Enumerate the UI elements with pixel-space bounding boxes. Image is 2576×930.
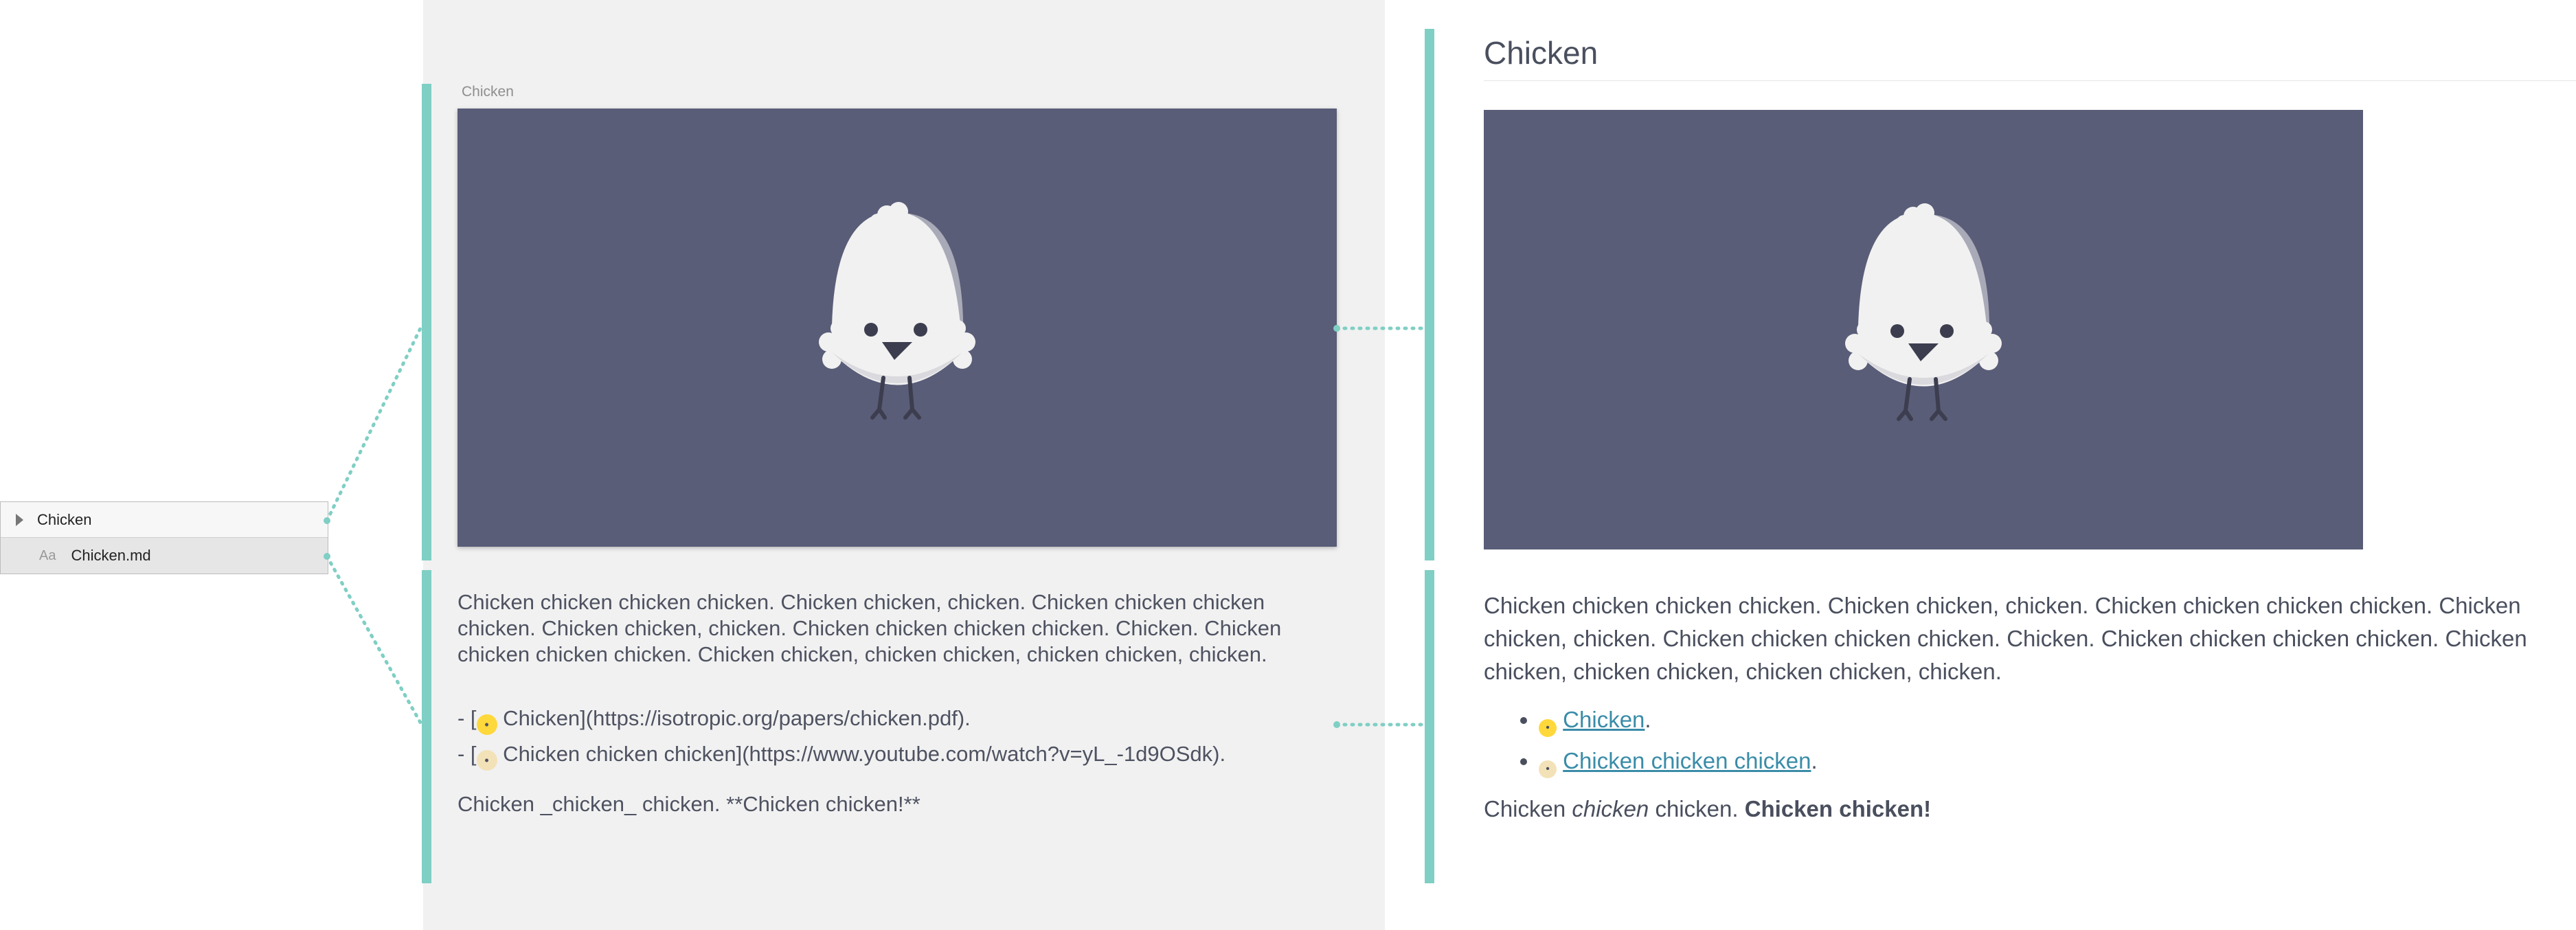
preview-chicken-image [1484,110,2363,549]
hatching-chick-icon: • [1539,760,1557,778]
list-item: • Chicken. [1539,699,2528,740]
baby-chick-icon: • [1539,719,1557,737]
disclosure-triangle-icon[interactable] [16,513,23,526]
editor-block-marker-image [422,84,431,560]
preview-title-divider [1484,80,2576,81]
preview-final-line: Chicken chicken chicken. Chicken chicken… [1484,796,1932,821]
editor-block-marker-text [422,570,431,883]
link-chicken-video[interactable]: Chicken chicken chicken [1563,748,1811,773]
editor-list-line-2: - [• Chicken chicken chicken](https://ww… [457,736,1282,772]
preview-paragraph: Chicken chicken chicken chicken. Chicken… [1484,593,2527,684]
chicken-illustration [1845,203,2002,421]
editor-text[interactable]: Chicken chicken chicken chicken. Chicken… [457,589,1282,817]
preview-title: Chicken [1484,35,1598,71]
file-tree: Chicken Aa Chicken.md [0,501,328,574]
folder-label: Chicken [37,510,92,528]
preview-block-marker-text [1425,570,1434,883]
preview-text: Chicken chicken chicken chicken. Chicken… [1484,589,2528,826]
file-label: Chicken.md [71,547,151,564]
editor-image-caption: Chicken [462,84,514,100]
file-row-chicken-md[interactable]: Aa Chicken.md [1,538,328,574]
list-item: • Chicken chicken chicken. [1539,740,2528,782]
folder-row-chicken[interactable]: Chicken [1,502,328,538]
preview-link-list: • Chicken. • Chicken chicken chicken. [1484,699,2528,782]
markdown-file-icon: Aa [39,547,56,563]
link-chicken-pdf[interactable]: Chicken [1563,707,1645,732]
editor-final-line: Chicken _chicken_ chicken. **Chicken chi… [457,792,920,816]
editor-paragraph: Chicken chicken chicken chicken. Chicken… [457,590,1282,666]
editor-list-line-1: - [• Chicken](https://isotropic.org/pape… [457,701,1282,736]
connector-file-to-text [325,554,422,725]
chicken-illustration [819,202,975,420]
hatching-chick-icon: • [476,750,497,771]
preview-block-marker-image [1425,29,1434,560]
connector-folder-to-image [325,326,422,523]
baby-chick-icon: • [476,714,497,735]
editor-chicken-image [457,109,1337,547]
